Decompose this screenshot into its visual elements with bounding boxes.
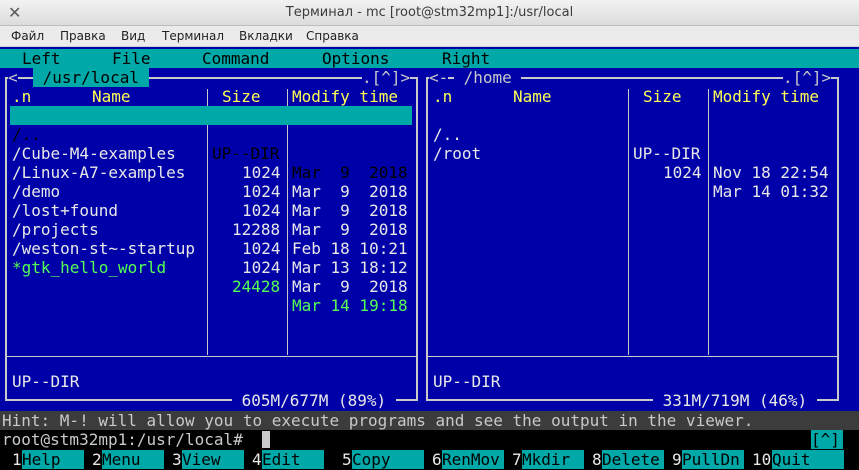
- left-panel-corner-right[interactable]: .[^]>: [362, 68, 411, 87]
- table-row[interactable]: /.. UP--DIR Nov 18 22:54: [431, 106, 833, 182]
- fkey-pulldn-button[interactable]: PullDn: [682, 450, 744, 469]
- file-date: Mar 14 19:18: [292, 296, 408, 315]
- fkey-9-number: 9: [672, 450, 682, 469]
- right-panel-disk-usage: 331M/719M (46%): [653, 391, 817, 410]
- left-panel-path[interactable]: /usr/local: [33, 68, 149, 87]
- fkey-copy-button[interactable]: Copy: [352, 450, 424, 469]
- window-title: Терминал - mc [root@stm32mp1]:/usr/local: [285, 5, 574, 20]
- mc-menu-file[interactable]: File: [112, 49, 151, 68]
- fkey-6-number: 6: [432, 450, 442, 469]
- left-col-n[interactable]: .n: [12, 87, 31, 106]
- left-col-modify[interactable]: Modify time: [292, 87, 398, 106]
- mc-menu-right[interactable]: Right: [442, 49, 490, 68]
- fkey-delete-button[interactable]: Delete: [602, 450, 664, 469]
- app-menubar: Файл Правка Вид Терминал Вкладки Справка: [0, 26, 859, 47]
- fkey-1-number: 1: [12, 450, 22, 469]
- fkey-3-number: 3: [172, 450, 182, 469]
- app-menu-view[interactable]: Вид: [121, 29, 145, 43]
- command-line[interactable]: root@stm32mp1:/usr/local# [^]: [0, 430, 859, 449]
- left-panel-status: UP--DIR: [12, 372, 80, 391]
- table-row[interactable]: /weston-st~-startup 1024 Mar 9 2018: [10, 220, 412, 296]
- terminal-area[interactable]: Left File Command Options Right < /usr/l…: [0, 47, 859, 470]
- right-panel-path[interactable]: /home: [454, 68, 522, 87]
- file-date: Mar 14 01:32: [713, 182, 829, 201]
- fkey-10-number: 10: [752, 450, 772, 469]
- file-size: 1024: [663, 163, 702, 182]
- table-row[interactable]: /projects 1024 Mar 13 18:12: [10, 201, 412, 277]
- shell-prompt: root@stm32mp1:/usr/local#: [2, 430, 243, 449]
- app-menu-terminal[interactable]: Терминал: [162, 29, 224, 43]
- right-panel-corner-right[interactable]: .[^]>: [783, 68, 832, 87]
- right-panel-status: UP--DIR: [433, 372, 501, 391]
- fkey-edit-button[interactable]: Edit: [262, 450, 324, 469]
- file-name: *gtk_hello_world: [12, 258, 167, 277]
- app-menu-file[interactable]: Файл: [11, 29, 44, 43]
- window-titlebar: ✕ Терминал - mc [root@stm32mp1]:/usr/loc…: [0, 0, 859, 26]
- app-menu-help[interactable]: Справка: [306, 29, 359, 43]
- mc-menubar: Left File Command Options Right: [0, 49, 859, 68]
- table-row[interactable]: /root 1024 Mar 14 01:32: [431, 125, 833, 201]
- hint-text: Hint: M-! will allow you to execute prog…: [2, 411, 754, 430]
- right-panel[interactable]: <- /home .[^]> .n Name Size Modify time …: [421, 68, 859, 410]
- file-size: 24428: [232, 277, 281, 296]
- right-col-size[interactable]: Size: [643, 87, 682, 106]
- left-col-size[interactable]: Size: [222, 87, 261, 106]
- mc-menu-command[interactable]: Command: [202, 49, 269, 68]
- fkey-mkdir-button[interactable]: Mkdir: [522, 450, 584, 469]
- file-date: Nov 18 22:54: [713, 163, 829, 182]
- subshell-toggle-button[interactable]: [^]: [811, 430, 843, 449]
- table-row[interactable]: /Cube-M4-examples 1024 Mar 9 2018: [10, 125, 412, 201]
- left-col-name[interactable]: Name: [92, 87, 131, 106]
- table-row[interactable]: /Linux-A7-examples 1024 Mar 9 2018: [10, 144, 412, 220]
- fkey-view-button[interactable]: View: [182, 450, 244, 469]
- left-panel[interactable]: < /usr/local .[^]> .n Name Size Modify t…: [0, 68, 421, 410]
- table-row[interactable]: /demo 1024 Mar 9 2018: [10, 163, 412, 239]
- fkey-quit-button[interactable]: Quit: [772, 450, 844, 469]
- right-status-separator: [428, 356, 837, 357]
- file-name: /root: [433, 144, 482, 163]
- app-menu-edit[interactable]: Правка: [60, 29, 106, 43]
- fkey-2-number: 2: [92, 450, 102, 469]
- fkey-8-number: 8: [592, 450, 602, 469]
- right-col-name[interactable]: Name: [513, 87, 552, 106]
- mc-menu-options[interactable]: Options: [322, 49, 389, 68]
- left-status-separator: [7, 356, 416, 357]
- app-menu-tabs[interactable]: Вкладки: [239, 29, 293, 43]
- file-size: UP--DIR: [633, 144, 701, 163]
- right-col-n[interactable]: .n: [433, 87, 452, 106]
- fkey-4-number: 4: [252, 450, 262, 469]
- hint-bar: Hint: M-! will allow you to execute prog…: [0, 411, 859, 430]
- file-size: 1024: [242, 258, 281, 277]
- fkey-5-number: 5: [342, 450, 352, 469]
- left-panel-disk-usage: 605M/677M (89%): [232, 391, 396, 410]
- fkey-7-number: 7: [512, 450, 522, 469]
- file-date: Mar 13 18:12: [292, 258, 408, 277]
- fkey-renmov-button[interactable]: RenMov: [442, 450, 504, 469]
- right-panel-corner-left[interactable]: <-: [429, 68, 449, 87]
- fkey-menu-button[interactable]: Menu: [102, 450, 164, 469]
- function-key-bar: 1 Help 2 Menu 3 View 4 Edit 5 Copy 6 Ren…: [0, 449, 859, 470]
- file-date: Mar 9 2018: [292, 277, 408, 296]
- mc-menu-left[interactable]: Left: [22, 49, 61, 68]
- left-row-updir[interactable]: /.. UP--DIR Mar 9 2018: [10, 106, 412, 182]
- fkey-help-button[interactable]: Help: [22, 450, 84, 469]
- text-cursor: [262, 431, 270, 448]
- right-col-modify[interactable]: Modify time: [713, 87, 819, 106]
- table-row[interactable]: /lost+found 12288 Feb 18 10:21: [10, 182, 412, 258]
- left-panel-corner-left[interactable]: <: [8, 68, 18, 87]
- table-row[interactable]: *gtk_hello_world 24428 Mar 14 19:18: [10, 239, 412, 315]
